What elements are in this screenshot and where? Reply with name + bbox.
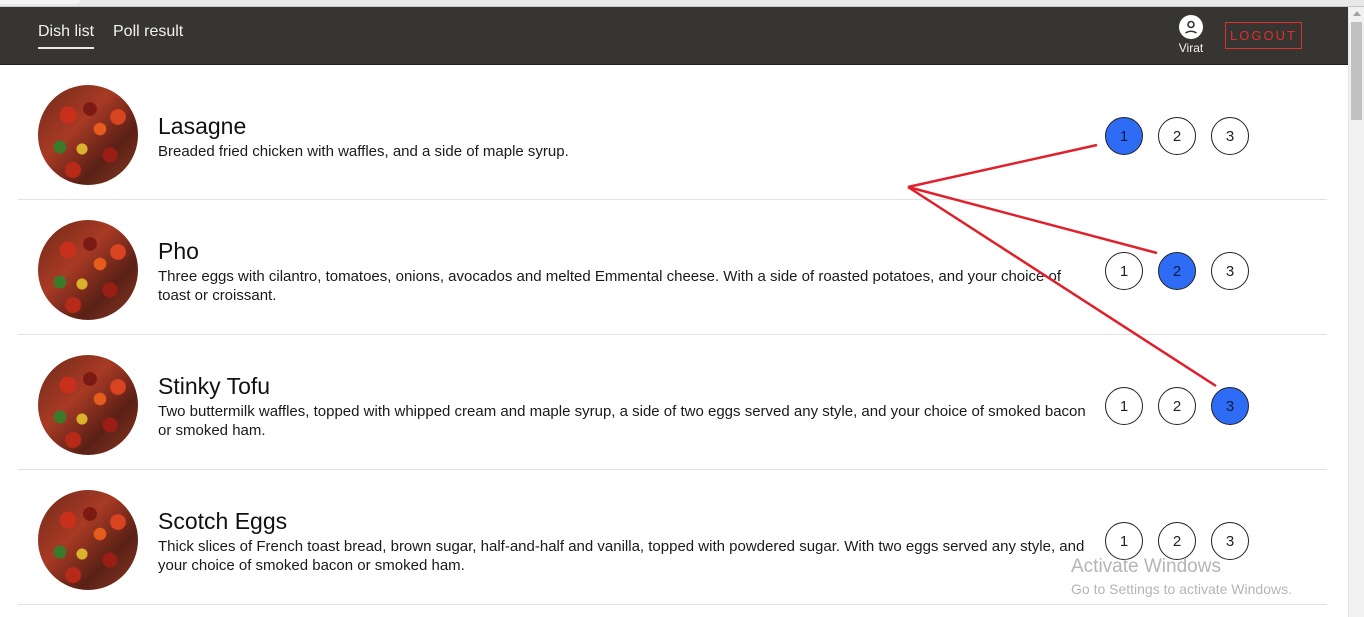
nav-poll-result[interactable]: Poll result	[113, 23, 183, 41]
dish-name: Lasagne	[158, 113, 247, 139]
watermark-title: Activate Windows	[1071, 556, 1221, 577]
vote-option-1[interactable]: 1	[1105, 522, 1143, 560]
dish-name: Scotch Eggs	[158, 508, 288, 534]
dish-thumbnail	[38, 490, 138, 590]
browser-tab-edge	[0, 0, 80, 4]
dish-list: Lasagne Breaded fried chicken with waffl…	[18, 65, 1327, 605]
dish-thumbnail	[38, 85, 138, 185]
vote-option-1[interactable]: 1	[1105, 252, 1143, 290]
vote-option-2[interactable]: 2	[1158, 522, 1196, 560]
top-navbar: Dish list Poll result Virat LOGOUT	[0, 7, 1348, 65]
browser-chrome-strip	[0, 0, 1364, 7]
page-scrollbar[interactable]	[1348, 7, 1364, 617]
dish-row: Lasagne Breaded fried chicken with waffl…	[18, 65, 1327, 200]
vote-option-3[interactable]: 3	[1211, 387, 1249, 425]
user-menu[interactable]: Virat	[1171, 15, 1211, 55]
watermark-subtitle: Go to Settings to activate Windows.	[1071, 581, 1292, 597]
vote-group: 1 2 3	[1105, 252, 1250, 292]
vote-option-2[interactable]: 2	[1158, 117, 1196, 155]
dish-thumbnail	[38, 355, 138, 455]
vote-group: 1 2 3	[1105, 117, 1250, 157]
user-name: Virat	[1178, 41, 1204, 55]
vote-option-1[interactable]: 1	[1105, 117, 1143, 155]
dish-description: Breaded fried chicken with waffles, and …	[158, 143, 569, 160]
dish-name: Pho	[158, 238, 199, 264]
vote-option-3[interactable]: 3	[1211, 522, 1249, 560]
vote-option-2[interactable]: 2	[1158, 387, 1196, 425]
dish-description: Thick slices of French toast bread, brow…	[158, 538, 1085, 574]
vote-option-1[interactable]: 1	[1105, 387, 1143, 425]
dish-row: Stinky Tofu Two buttermilk waffles, topp…	[18, 335, 1327, 470]
vote-option-3[interactable]: 3	[1211, 117, 1249, 155]
scroll-thumb[interactable]	[1351, 22, 1362, 120]
nav-dish-list[interactable]: Dish list	[38, 23, 95, 49]
vote-option-2[interactable]: 2	[1158, 252, 1196, 290]
activation-watermark: Activate Windows Go to Settings to activ…	[1071, 556, 1292, 597]
dish-name: Stinky Tofu	[158, 373, 271, 399]
vote-group: 1 2 3	[1105, 387, 1250, 427]
dish-thumbnail	[38, 220, 138, 320]
dish-description: Three eggs with cilantro, tomatoes, onio…	[158, 268, 1062, 304]
dish-row: Pho Three eggs with cilantro, tomatoes, …	[18, 200, 1327, 335]
scroll-up-arrow-icon[interactable]	[1353, 11, 1361, 16]
vote-option-3[interactable]: 3	[1211, 252, 1249, 290]
logout-button[interactable]: LOGOUT	[1225, 22, 1302, 49]
user-avatar-icon	[1179, 15, 1203, 39]
dish-description: Two buttermilk waffles, topped with whip…	[158, 403, 1086, 439]
